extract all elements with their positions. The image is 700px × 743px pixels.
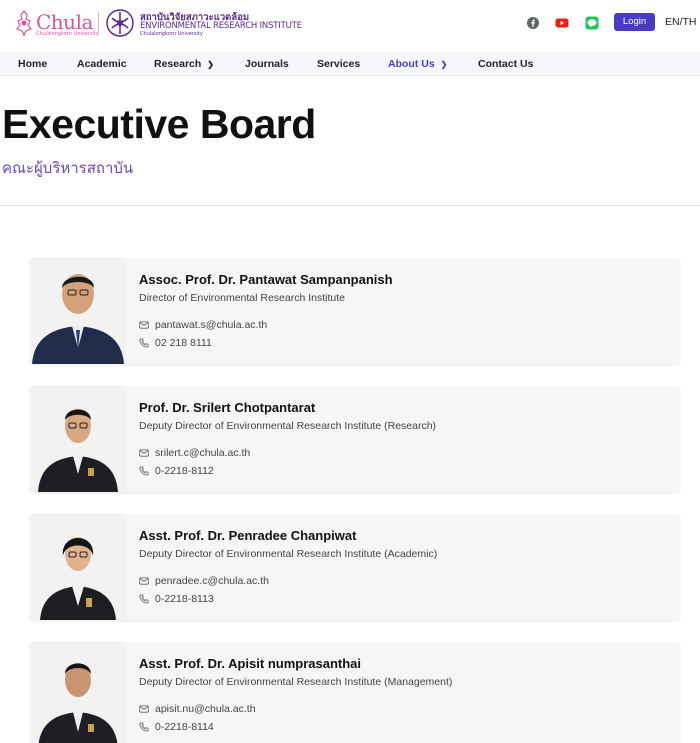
member-position: Director of Environmental Research Insti… — [139, 292, 346, 304]
portrait-photo — [30, 258, 126, 364]
member-email-link[interactable]: apisit.nu@chula.ac.th — [155, 703, 256, 715]
title-divider — [0, 205, 700, 206]
page-title: Executive Board — [2, 101, 316, 147]
nav-item-research[interactable]: Research ❯ — [154, 58, 214, 70]
site-header: Chula Chulalongkorn University สถาบันวิจ… — [0, 0, 700, 52]
member-email-link[interactable]: srilert.c@chula.ac.th — [155, 447, 250, 459]
member-name: Prof. Dr. Srilert Chotpantarat — [139, 400, 316, 415]
member-phone-link[interactable]: 0-2218-8114 — [155, 721, 214, 733]
institute-subtext: Chulalongkorn University — [140, 31, 203, 37]
nav-item-services[interactable]: Services — [317, 58, 360, 70]
member-email-link[interactable]: penradee.c@chula.ac.th — [155, 575, 269, 587]
phone-icon — [139, 338, 149, 348]
member-name: Asst. Prof. Dr. Apisit numprasanthai — [139, 656, 362, 671]
phone-icon — [139, 722, 149, 732]
member-phone-link[interactable]: 0-2218-8112 — [155, 465, 214, 477]
member-position: Deputy Director of Environmental Researc… — [139, 420, 437, 432]
board-member-card: Asst. Prof. Dr. Apisit numprasanthai Dep… — [30, 642, 680, 743]
chula-seal-icon — [16, 10, 32, 36]
page-subtitle: คณะผู้บริหารสถาบัน — [2, 159, 134, 177]
member-position: Deputy Director of Environmental Researc… — [139, 676, 453, 688]
mail-icon — [139, 705, 149, 713]
member-name: Assoc. Prof. Dr. Pantawat Sampanpanish — [139, 272, 393, 287]
member-phone-link[interactable]: 02 218 8111 — [155, 337, 212, 349]
chevron-down-icon: ❯ — [440, 60, 448, 69]
member-email-link[interactable]: pantawat.s@chula.ac.th — [155, 319, 267, 331]
member-phone-link[interactable]: 0-2218-8113 — [155, 593, 214, 605]
member-name: Asst. Prof. Dr. Penradee Chanpiwat — [139, 528, 357, 543]
nav-item-home[interactable]: Home — [18, 58, 47, 70]
chevron-down-icon: ❯ — [207, 60, 214, 69]
chula-logo[interactable]: Chula Chulalongkorn University — [14, 8, 99, 40]
portrait-photo — [30, 642, 126, 743]
member-position: Deputy Director of Environmental Researc… — [139, 548, 438, 560]
mail-icon — [139, 449, 149, 457]
phone-icon — [139, 594, 149, 604]
eri-logo-icon[interactable] — [106, 8, 134, 38]
portrait-photo — [30, 514, 126, 620]
facebook-icon[interactable] — [526, 16, 540, 30]
mail-icon — [139, 321, 149, 329]
nav-item-academic[interactable]: Academic — [77, 58, 127, 70]
institute-name-en: ENVIRONMENTAL RESEARCH INSTITUTE — [140, 21, 302, 31]
board-member-card: Prof. Dr. Srilert Chotpantarat Deputy Di… — [30, 386, 680, 492]
nav-item-about-us[interactable]: About Us ❯ — [388, 58, 447, 70]
logo-divider — [98, 12, 99, 34]
nav-item-journals[interactable]: Journals — [245, 58, 289, 70]
language-switch[interactable]: EN/TH — [665, 16, 697, 28]
board-member-card: Assoc. Prof. Dr. Pantawat Sampanpanish D… — [30, 258, 680, 364]
portrait-photo — [30, 386, 126, 492]
phone-icon — [139, 466, 149, 476]
chula-logo-subtext: Chulalongkorn University — [36, 31, 99, 37]
nav-item-contact-us[interactable]: Contact Us — [478, 58, 533, 70]
youtube-icon[interactable] — [555, 16, 569, 30]
login-button[interactable]: Login — [614, 13, 655, 31]
main-navigation: Home Academic Research ❯ Journals Service… — [0, 52, 700, 76]
mail-icon — [139, 577, 149, 585]
board-member-card: Asst. Prof. Dr. Penradee Chanpiwat Deput… — [30, 514, 680, 620]
line-icon[interactable] — [585, 16, 599, 30]
